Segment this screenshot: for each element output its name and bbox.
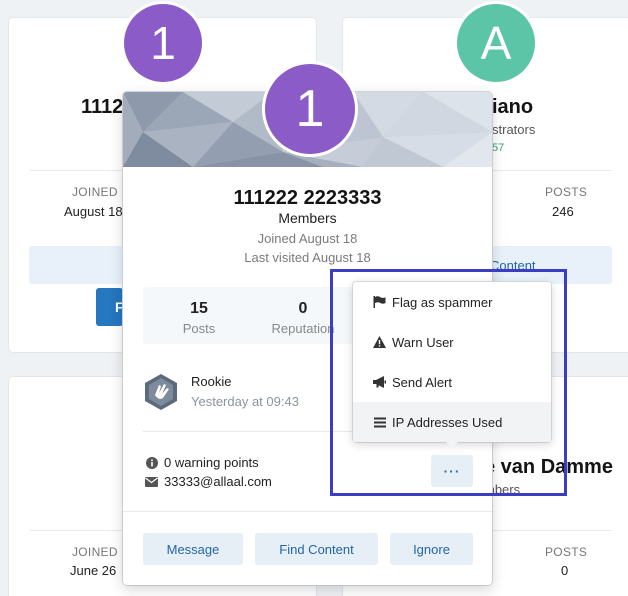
tooltip-username[interactable]: 111222 2223333 [123, 187, 492, 210]
member-card-1-name[interactable]: 1112 [81, 96, 123, 119]
member-card-3-joined-value: June 26 [70, 563, 117, 578]
email-address: 33333@allaal.com [164, 474, 272, 489]
envelope-icon [145, 475, 158, 488]
highlight-box [330, 269, 567, 496]
member-card-2-posts-label: POSTS [545, 185, 588, 199]
tooltip-joined: Joined August 18 [257, 231, 358, 246]
divider [492, 530, 612, 531]
member-card-2-name[interactable]: iano [492, 96, 533, 119]
trophy-time: Yesterday at 09:43 [191, 394, 299, 409]
member-card-1-joined-label: JOINED [72, 185, 118, 199]
member-card-2-reactions: 57 [492, 142, 504, 154]
find-content-button[interactable]: Find Content [255, 533, 378, 565]
divider [492, 170, 612, 171]
warning-points-line: 0 warning points [145, 455, 259, 470]
member-card-2-posts-value: 246 [552, 204, 574, 219]
stat-posts-value[interactable]: 15 [154, 300, 244, 318]
message-button[interactable]: Message [143, 533, 243, 565]
member-card-2-avatar[interactable]: A [457, 4, 535, 82]
stat-posts-label: Posts [182, 321, 216, 336]
member-card-1-bar [29, 246, 123, 284]
trophy-icon [142, 373, 180, 411]
member-card-4-posts-value: 0 [561, 563, 569, 578]
trophy-title[interactable]: Rookie [191, 374, 231, 389]
member-card-2-subtitle: strators [492, 122, 536, 137]
member-card-1-joined-value: August 18 [64, 204, 123, 219]
member-card-1-avatar[interactable]: 1 [124, 4, 202, 82]
member-card-4-posts-label: POSTS [545, 545, 588, 559]
member-card-3-joined-label: JOINED [72, 545, 118, 559]
email-line: 33333@allaal.com [145, 474, 272, 489]
divider [123, 511, 492, 512]
info-icon [145, 456, 158, 469]
reaction-count: 57 [492, 142, 505, 154]
tooltip-user-title: Members [278, 210, 337, 226]
warning-points: 0 warning points [164, 455, 259, 470]
member-card-1-follow-button[interactable]: F [96, 288, 124, 326]
divider [30, 170, 123, 171]
tooltip-last-visited: Last visited August 18 [244, 250, 371, 265]
divider [30, 530, 123, 531]
tooltip-avatar[interactable]: 1 [265, 64, 355, 154]
ignore-button[interactable]: Ignore [390, 533, 473, 565]
